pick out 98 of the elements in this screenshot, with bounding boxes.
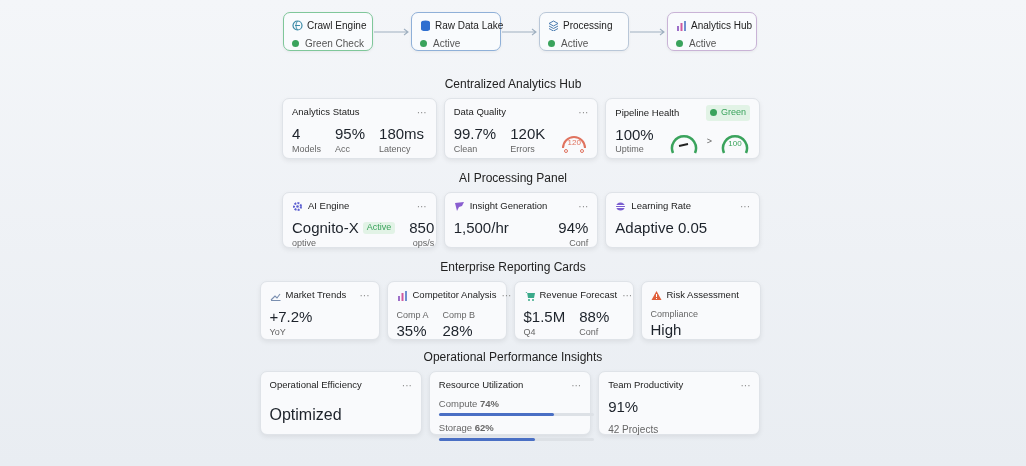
database-icon	[420, 20, 431, 31]
metric-label: ops/s	[411, 236, 435, 250]
gauge-reading: 100	[727, 137, 743, 150]
metric-value: 99.7%	[453, 126, 497, 143]
metric-value: 88%	[579, 309, 610, 326]
arrow-icon	[373, 26, 411, 37]
metric-label: Clean	[453, 142, 479, 156]
layers-icon	[548, 20, 559, 31]
metric-value: 94%	[558, 220, 589, 237]
metric-label: Errors	[510, 142, 536, 156]
card-title: Market Trends	[285, 288, 347, 303]
metric-value: Optimized	[269, 406, 342, 424]
card-title: Learning Rate	[631, 199, 692, 214]
pipeline-node[interactable]: Raw Data Lake Active	[411, 12, 501, 51]
gauge-reading: 120	[566, 137, 582, 149]
card-title: Insight Generation	[469, 199, 548, 214]
more-menu[interactable]: ···	[501, 288, 512, 303]
gear-icon	[292, 201, 303, 212]
node-status: Active	[561, 37, 589, 51]
card-title: Risk Assessment	[666, 288, 739, 302]
status-dot	[548, 40, 555, 47]
metric-value: 95%	[335, 126, 366, 143]
metric-value: 91%	[608, 399, 639, 416]
metric-value: Cognito-X	[292, 220, 359, 237]
more-menu[interactable]: ···	[401, 378, 412, 393]
status-dot	[420, 40, 427, 47]
globe-icon	[292, 20, 303, 31]
more-menu[interactable]: ···	[416, 105, 427, 120]
status-dot	[292, 40, 299, 47]
metric-value: $1.5M	[523, 309, 566, 326]
card-title: Data Quality	[453, 105, 506, 120]
metric-label: Uptime	[615, 143, 645, 156]
card-title: Operational Efficiency	[269, 378, 362, 393]
node-status: Green Check	[305, 37, 364, 51]
card-title: AI Engine	[308, 199, 350, 214]
more-menu[interactable]: ···	[571, 378, 582, 393]
metric-label: Models	[292, 142, 321, 156]
bar-chart-icon	[676, 20, 687, 31]
metric-value: 28%	[442, 322, 473, 339]
bar-label: Compute 74%	[438, 397, 501, 411]
pin-icon	[453, 201, 465, 212]
metric-value: 120K	[510, 126, 546, 143]
metric-value: High	[650, 321, 682, 339]
metric-label: Acc	[335, 142, 352, 156]
node-title: Raw Data Lake	[435, 19, 504, 33]
arrow-icon	[629, 26, 667, 37]
metric-value: +7.2%	[269, 309, 313, 326]
status-badge: Active	[362, 222, 396, 235]
status-dot	[676, 40, 683, 47]
pipeline-node[interactable]: Processing Active	[539, 12, 629, 51]
section-title: Enterprise Reporting Cards	[439, 259, 587, 276]
bar-label: Storage 62%	[438, 421, 495, 436]
metric-value: 850	[409, 220, 435, 237]
bar-chart-icon	[396, 290, 408, 301]
metric-value: 4	[292, 126, 301, 143]
metric-value: 100%	[615, 126, 654, 143]
metric-label: Latency	[379, 142, 412, 156]
metric-label: optive	[292, 236, 318, 250]
more-menu[interactable]: ···	[740, 378, 751, 393]
more-menu[interactable]: ···	[578, 199, 589, 214]
card-title: Pipeline Health	[615, 105, 680, 120]
metric-label: Conf	[579, 325, 600, 339]
metric-label: Comp B	[442, 309, 476, 322]
status-badge: Green	[706, 105, 750, 121]
metric-label: Comp A	[396, 309, 429, 322]
metric-value: Adaptive 0.05	[615, 220, 708, 237]
pipeline-node[interactable]: Analytics Hub Active	[667, 12, 757, 51]
section-title: Operational Performance Insights	[422, 349, 604, 366]
card-title: Team Productivity	[608, 378, 684, 393]
more-menu[interactable]: ···	[359, 288, 370, 303]
more-menu[interactable]: ···	[578, 105, 589, 120]
metric-label: Compliance	[650, 308, 699, 322]
more-menu[interactable]: ···	[622, 288, 633, 303]
metric-value: 1,500/hr	[453, 220, 509, 237]
node-status: Active	[433, 37, 461, 51]
more-menu[interactable]: ···	[416, 199, 427, 214]
metric-value: 180ms	[379, 126, 425, 143]
card-title: Resource Utilization	[438, 378, 524, 393]
chevron-text: >	[706, 134, 712, 148]
metric-value: 35%	[396, 322, 427, 339]
metric-label: YoY	[269, 325, 287, 339]
section-title: AI Processing Panel	[457, 170, 569, 187]
metric-label: 42 Projects	[608, 422, 659, 437]
node-title: Processing	[563, 19, 613, 33]
more-menu[interactable]: ···	[740, 199, 750, 214]
node-status: Active	[689, 37, 717, 51]
card-title: Competitor Analysis	[412, 288, 497, 303]
stack-icon	[615, 201, 627, 212]
warning-icon	[650, 289, 662, 301]
metric-label: Q4	[523, 325, 537, 339]
card-title: Analytics Status	[292, 105, 360, 120]
card-title: Revenue Forecast	[539, 288, 618, 303]
pipeline-node[interactable]: Crawl Engine Green Check	[283, 12, 373, 51]
arrow-icon	[501, 26, 539, 37]
metric-label: Conf	[568, 236, 589, 250]
node-title: Crawl Engine	[307, 19, 367, 33]
node-title: Analytics Hub	[691, 19, 753, 33]
section-title: Centralized Analytics Hub	[443, 76, 583, 93]
